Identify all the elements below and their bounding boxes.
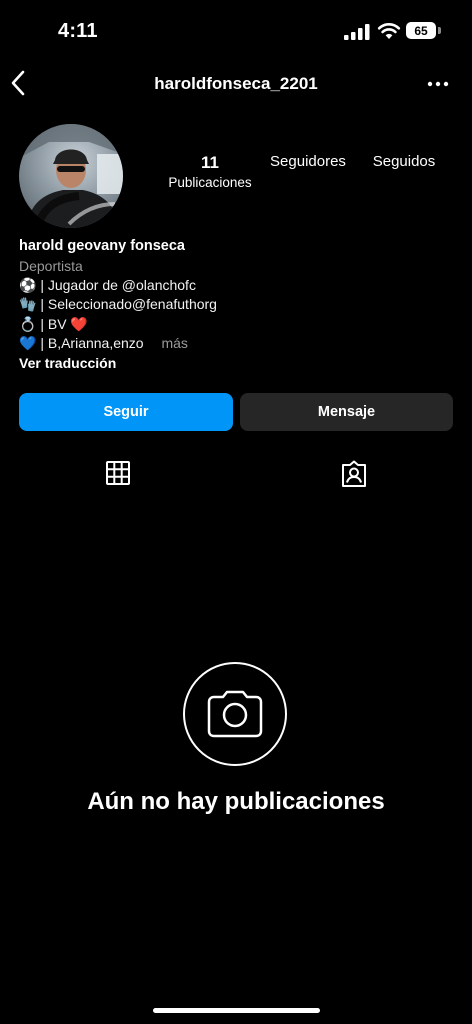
profile-full-name: harold geovany fonseca (19, 238, 185, 254)
gloves-icon: 🧤 (19, 296, 37, 312)
bio-line: 💙 | B,Arianna,enzo más (19, 335, 188, 352)
home-indicator[interactable] (153, 1008, 320, 1013)
battery-indicator: 65 (406, 22, 436, 39)
bio-text: | B,Arianna,enzo (40, 335, 144, 351)
posts-label: Publicaciones (168, 175, 252, 190)
empty-state-text: Aún no hay publicaciones (87, 788, 385, 815)
more-horizontal-icon (427, 81, 449, 87)
ring-icon: 💍 (19, 316, 37, 332)
avatar-photo (19, 124, 123, 228)
grid-icon (106, 461, 130, 485)
bio-text: | BV ❤️ (40, 316, 88, 332)
camera-icon (207, 690, 263, 738)
bio-line: ⚽️ | Jugador de @olanchofc (19, 277, 196, 294)
profile-category: Deportista (19, 258, 83, 274)
message-button[interactable]: Mensaje (240, 393, 453, 431)
profile-username: haroldfonseca_2201 (154, 74, 318, 93)
battery-level: 65 (414, 23, 428, 38)
cellular-signal-icon (344, 24, 370, 40)
tagged-person-icon (342, 460, 366, 487)
posts-grid-tab[interactable] (105, 460, 131, 486)
bio-text: | Jugador de @olanchofc (40, 277, 196, 293)
bio-line: 💍 | BV ❤️ (19, 316, 88, 333)
profile-avatar[interactable] (19, 124, 123, 228)
follow-button[interactable]: Seguir (19, 393, 233, 431)
bio-text: | Seleccionado@fenafuthorg (40, 296, 217, 312)
soccer-ball-icon: ⚽️ (19, 277, 37, 293)
bio-line: 🧤 | Seleccionado@fenafuthorg (19, 296, 217, 313)
empty-state-camera (183, 662, 287, 766)
more-options-button[interactable] (424, 76, 452, 92)
blue-heart-icon: 💙 (19, 335, 37, 351)
see-translation-link[interactable]: Ver traducción (19, 355, 116, 371)
tagged-posts-tab[interactable] (340, 460, 368, 488)
bio-more-link[interactable]: más (161, 335, 187, 351)
status-time: 4:11 (58, 20, 98, 42)
posts-count: 11 (201, 153, 219, 172)
battery-tip (438, 27, 441, 34)
following-stat[interactable]: Seguidos (365, 153, 443, 170)
wifi-icon (377, 23, 401, 39)
followers-stat[interactable]: Seguidores (262, 153, 354, 170)
